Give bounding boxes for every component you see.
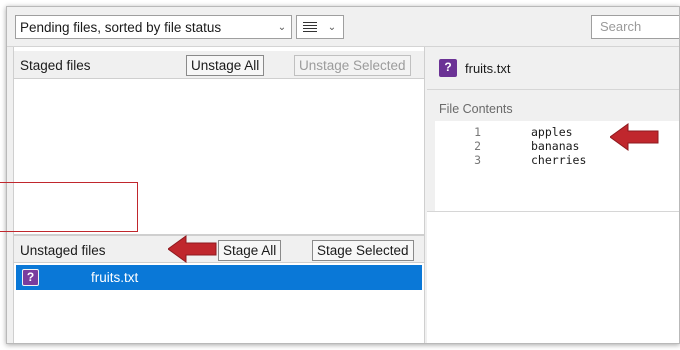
list-view-icon [303, 21, 317, 33]
line-number: 3 [474, 153, 481, 167]
chevron-down-icon: ⌄ [277, 21, 287, 33]
unstaged-files-title: Unstaged files [20, 243, 106, 258]
staged-files-title: Staged files [20, 58, 91, 73]
code-line: cherries [531, 153, 587, 167]
diff-header: ? fruits.txt [427, 47, 679, 90]
filter-sort-dropdown[interactable]: Pending files, sorted by file status ⌄ [15, 15, 292, 39]
file-contents-label: File Contents [439, 102, 513, 116]
annotation-arrow-icon [610, 123, 659, 151]
stage-selected-button[interactable]: Stage Selected [312, 240, 414, 261]
code-lines: apples bananas cherries [531, 125, 586, 167]
chevron-down-icon: ⌄ [327, 21, 337, 33]
highlight-box [0, 182, 138, 232]
view-mode-dropdown[interactable]: ⌄ [296, 15, 344, 39]
source-control-window: Pending files, sorted by file status ⌄ ⌄… [6, 6, 680, 344]
staged-files-header: Staged files Unstage All Unstage Selecte… [14, 51, 424, 79]
code-line: bananas [531, 139, 580, 153]
line-number-gutter: 1 2 3 [435, 125, 495, 167]
search-input[interactable]: Search [591, 15, 679, 39]
diff-empty-area [427, 211, 679, 343]
unstage-selected-button[interactable]: Unstage Selected [294, 55, 411, 76]
untracked-status-icon: ? [439, 59, 457, 77]
unstaged-files-list[interactable]: ? fruits.txt [14, 263, 424, 343]
untracked-status-icon: ? [22, 269, 39, 286]
toolbar: Pending files, sorted by file status ⌄ ⌄… [7, 7, 679, 47]
list-item[interactable]: ? fruits.txt [16, 265, 422, 290]
line-number: 1 [474, 125, 481, 139]
unstage-all-button[interactable]: Unstage All [186, 55, 265, 76]
line-number: 2 [474, 139, 481, 153]
code-line: apples [531, 125, 573, 139]
stage-all-button[interactable]: Stage All [218, 240, 282, 261]
unstaged-files-header: Unstaged files Stage All Stage Selected [14, 235, 424, 263]
diff-pane: ? fruits.txt File Contents 1 2 3 apples … [427, 47, 679, 343]
filter-sort-label: Pending files, sorted by file status [20, 19, 222, 35]
diff-file-name: fruits.txt [465, 61, 511, 76]
file-name: fruits.txt [91, 270, 139, 285]
annotation-arrow-icon [168, 235, 217, 263]
